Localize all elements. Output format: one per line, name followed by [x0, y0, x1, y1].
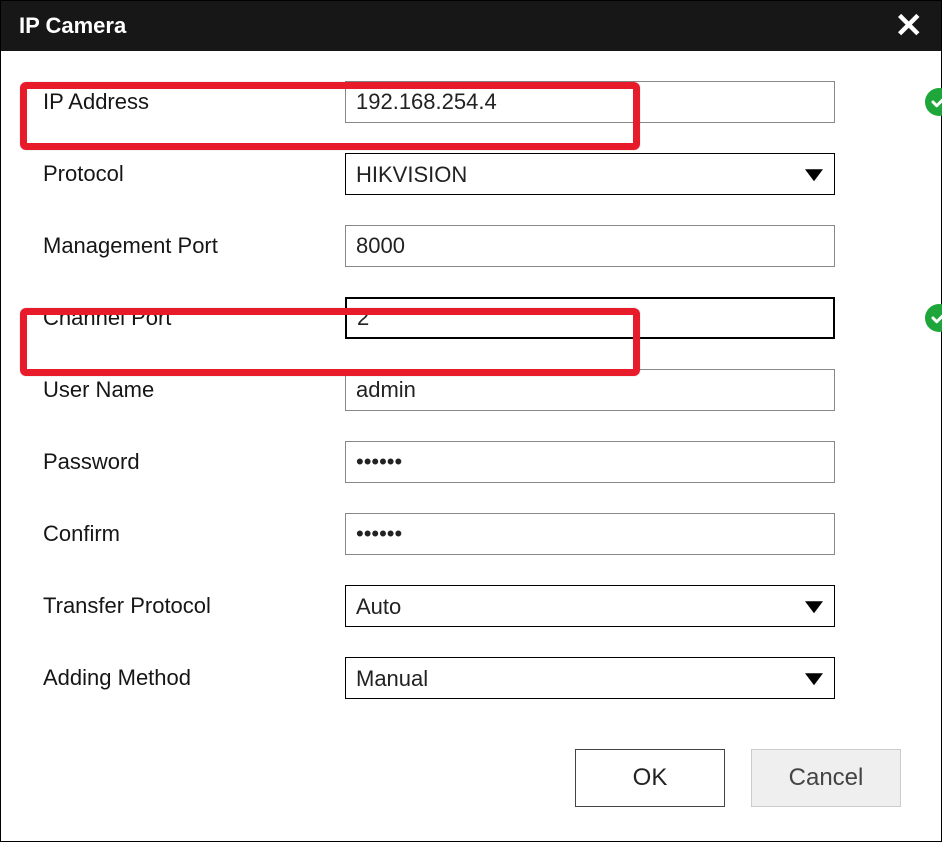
dialog-title: IP Camera: [19, 13, 126, 39]
management-port-input[interactable]: [345, 225, 835, 267]
label-ip: IP Address: [29, 89, 345, 115]
password-input[interactable]: [345, 441, 835, 483]
label-amethod: Adding Method: [29, 665, 345, 691]
close-icon[interactable]: ✕: [895, 9, 924, 43]
checkmark-icon: [925, 304, 942, 332]
label-mport: Management Port: [29, 233, 345, 259]
label-confirm: Confirm: [29, 521, 345, 547]
row-ip: IP Address: [29, 81, 913, 123]
ip-camera-dialog: IP Camera ✕ IP Address Protocol HIKVISIO…: [0, 0, 942, 842]
titlebar: IP Camera ✕: [1, 1, 941, 51]
row-amethod: Adding Method Manual: [29, 657, 913, 699]
channel-port-input[interactable]: [345, 297, 835, 339]
row-tproto: Transfer Protocol Auto: [29, 585, 913, 627]
label-pass: Password: [29, 449, 345, 475]
label-user: User Name: [29, 377, 345, 403]
confirm-password-input[interactable]: [345, 513, 835, 555]
adding-method-select[interactable]: Manual: [345, 657, 835, 699]
row-pass: Password: [29, 441, 913, 483]
row-user: User Name: [29, 369, 913, 411]
transfer-protocol-select[interactable]: Auto: [345, 585, 835, 627]
row-confirm: Confirm: [29, 513, 913, 555]
form-area: IP Address Protocol HIKVISION Management…: [1, 51, 941, 749]
row-protocol: Protocol HIKVISION: [29, 153, 913, 195]
label-protocol: Protocol: [29, 161, 345, 187]
protocol-select[interactable]: HIKVISION: [345, 153, 835, 195]
username-input[interactable]: [345, 369, 835, 411]
cancel-button[interactable]: Cancel: [751, 749, 901, 807]
dialog-footer: OK Cancel: [1, 749, 941, 841]
label-cport: Channel Port: [29, 305, 345, 331]
row-mport: Management Port: [29, 225, 913, 267]
ok-button[interactable]: OK: [575, 749, 725, 807]
checkmark-icon: [925, 88, 942, 116]
ip-address-input[interactable]: [345, 81, 835, 123]
label-tproto: Transfer Protocol: [29, 593, 345, 619]
row-cport: Channel Port: [29, 297, 913, 339]
